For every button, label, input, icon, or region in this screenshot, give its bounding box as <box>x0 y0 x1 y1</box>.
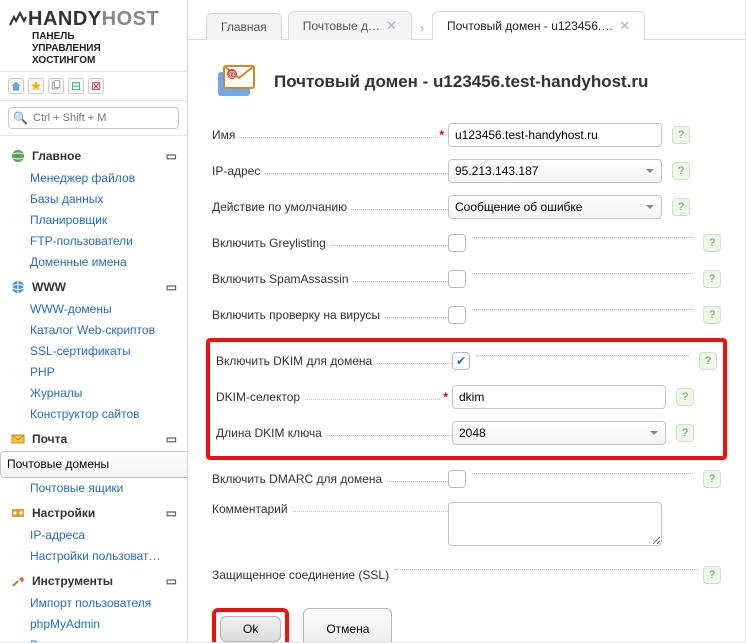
nav-item-php[interactable]: PHP <box>0 362 187 383</box>
label-dkim-selector: DKIM-селектор <box>216 390 304 404</box>
mail-domain-icon: @ <box>212 58 260 106</box>
nav-item-ip[interactable]: IP-адреса <box>0 525 187 546</box>
collapse-icon[interactable]: ⊟ <box>68 78 84 94</box>
logo: HANDYHOST ПАНЕЛЬ УПРАВЛЕНИЯ ХОСТИНГОМ <box>0 0 187 71</box>
tab-bar: Главная Почтовые д…✕ › Почтовый домен - … <box>188 0 745 40</box>
close-icon[interactable]: ✕ <box>619 18 630 34</box>
nav-section-mail[interactable]: Почта▭ <box>0 425 187 451</box>
ok-highlight: Ok <box>212 608 289 642</box>
nav-item-phpmyadmin[interactable]: phpMyAdmin <box>0 614 187 635</box>
nav-section-www[interactable]: WWW▭ <box>0 273 187 299</box>
page-title: Почтовый домен - u123456.test-handyhost.… <box>274 72 648 92</box>
viruscheck-checkbox[interactable] <box>448 306 466 324</box>
mail-icon <box>10 431 26 447</box>
label-default-action: Действие по умолчанию <box>212 200 351 214</box>
world-icon <box>10 279 26 295</box>
main-panel: Главная Почтовые д…✕ › Почтовый домен - … <box>188 0 745 642</box>
label-spamassassin: Включить SpamAssassin <box>212 272 353 286</box>
nav-item-ssl[interactable]: SSL-сертификаты <box>0 341 187 362</box>
dmarc-checkbox[interactable] <box>448 470 466 488</box>
dkim-selector-input[interactable] <box>452 385 666 409</box>
nav-item-databases[interactable]: Базы данных <box>0 189 187 210</box>
name-input[interactable] <box>448 123 662 147</box>
label-comment: Комментарий <box>212 502 292 516</box>
chevron-right-icon: › <box>418 21 426 39</box>
spamassassin-checkbox[interactable] <box>448 270 466 288</box>
help-icon[interactable]: ? <box>672 198 690 216</box>
help-icon[interactable]: ? <box>672 162 690 180</box>
help-icon[interactable]: ? <box>703 306 721 324</box>
page-content: @ Почтовый домен - u123456.test-handyhos… <box>188 40 745 642</box>
close-all-icon[interactable]: ⊠ <box>88 78 104 94</box>
comment-textarea[interactable] <box>448 502 662 546</box>
label-viruscheck: Включить проверку на вирусы <box>212 308 384 322</box>
nav-item-usersettings[interactable]: Настройки пользоват… <box>0 546 187 567</box>
nav-menu: Главное▭ Менеджер файлов Базы данных Пла… <box>0 136 187 642</box>
greylisting-checkbox[interactable] <box>448 234 466 252</box>
collapse-icon: ▭ <box>166 149 177 163</box>
nav-item-wwwdomains[interactable]: WWW-домены <box>0 299 187 320</box>
label-dmarc: Включить DMARC для домена <box>212 472 386 486</box>
help-icon[interactable]: ? <box>703 234 721 252</box>
search-box: 🔍 <box>0 101 187 136</box>
ip-select[interactable]: 95.213.143.187 <box>448 159 662 183</box>
toolbar: ⊟ ⊠ <box>0 71 187 101</box>
dkim-highlight-box: Включить DKIM для домена ✔? DKIM-селекто… <box>206 338 727 460</box>
label-dkim-enable: Включить DKIM для домена <box>216 354 376 368</box>
tab-maildomain-edit[interactable]: Почтовый домен - u123456.…✕ <box>432 11 645 40</box>
tools-icon <box>10 573 26 589</box>
help-icon[interactable]: ? <box>703 566 721 584</box>
globe-icon <box>10 148 26 164</box>
sidebar: HANDYHOST ПАНЕЛЬ УПРАВЛЕНИЯ ХОСТИНГОМ ⊟ … <box>0 0 188 642</box>
help-icon[interactable]: ? <box>676 424 694 442</box>
tab-home[interactable]: Главная <box>206 13 282 40</box>
help-icon[interactable]: ? <box>699 352 717 370</box>
label-name: Имя <box>212 128 239 142</box>
help-icon[interactable]: ? <box>676 388 694 406</box>
help-icon[interactable]: ? <box>672 126 690 144</box>
nav-item-importuser[interactable]: Импорт пользователя <box>0 593 187 614</box>
nav-item-mailboxes[interactable]: Почтовые ящики <box>0 478 187 499</box>
label-greylisting: Включить Greylisting <box>212 236 330 250</box>
close-icon[interactable]: ✕ <box>386 18 397 34</box>
home-icon[interactable] <box>8 78 24 94</box>
help-icon[interactable]: ? <box>703 470 721 488</box>
tab-maildomains[interactable]: Почтовые д…✕ <box>288 11 412 40</box>
nav-item-logs[interactable]: Журналы <box>0 383 187 404</box>
nav-section-tools[interactable]: Инструменты▭ <box>0 567 187 593</box>
nav-section-settings[interactable]: Настройки▭ <box>0 499 187 525</box>
copy-icon[interactable] <box>48 78 64 94</box>
label-ip: IP-адрес <box>212 164 264 178</box>
nav-item-domains[interactable]: Доменные имена <box>0 252 187 273</box>
label-dkim-keylen: Длина DKIM ключа <box>216 426 326 440</box>
label-ssl: Защищенное соединение (SSL) <box>212 568 395 582</box>
cancel-button[interactable]: Отмена <box>303 608 392 642</box>
nav-item-ftp[interactable]: FTP-пользователи <box>0 231 187 252</box>
svg-text:@: @ <box>228 70 236 79</box>
help-icon[interactable]: ? <box>703 270 721 288</box>
star-icon[interactable] <box>28 78 44 94</box>
ok-button[interactable]: Ok <box>220 616 281 642</box>
default-action-select[interactable]: Сообщение об ошибке <box>448 195 662 219</box>
dkim-keylen-select[interactable]: 2048 <box>452 421 666 445</box>
settings-icon <box>10 505 26 521</box>
nav-item-backups[interactable]: Резервные копии <box>0 635 187 642</box>
search-icon: 🔍 <box>13 111 28 125</box>
search-input[interactable] <box>8 107 179 129</box>
nav-section-main[interactable]: Главное▭ <box>0 142 187 168</box>
nav-item-maildomains[interactable]: Почтовые домены <box>0 451 187 478</box>
dkim-enable-checkbox[interactable]: ✔ <box>452 352 470 370</box>
nav-item-sitebuilder[interactable]: Конструктор сайтов <box>0 404 187 425</box>
nav-item-webscripts[interactable]: Каталог Web-скриптов <box>0 320 187 341</box>
nav-item-scheduler[interactable]: Планировщик <box>0 210 187 231</box>
nav-item-filemanager[interactable]: Менеджер файлов <box>0 168 187 189</box>
